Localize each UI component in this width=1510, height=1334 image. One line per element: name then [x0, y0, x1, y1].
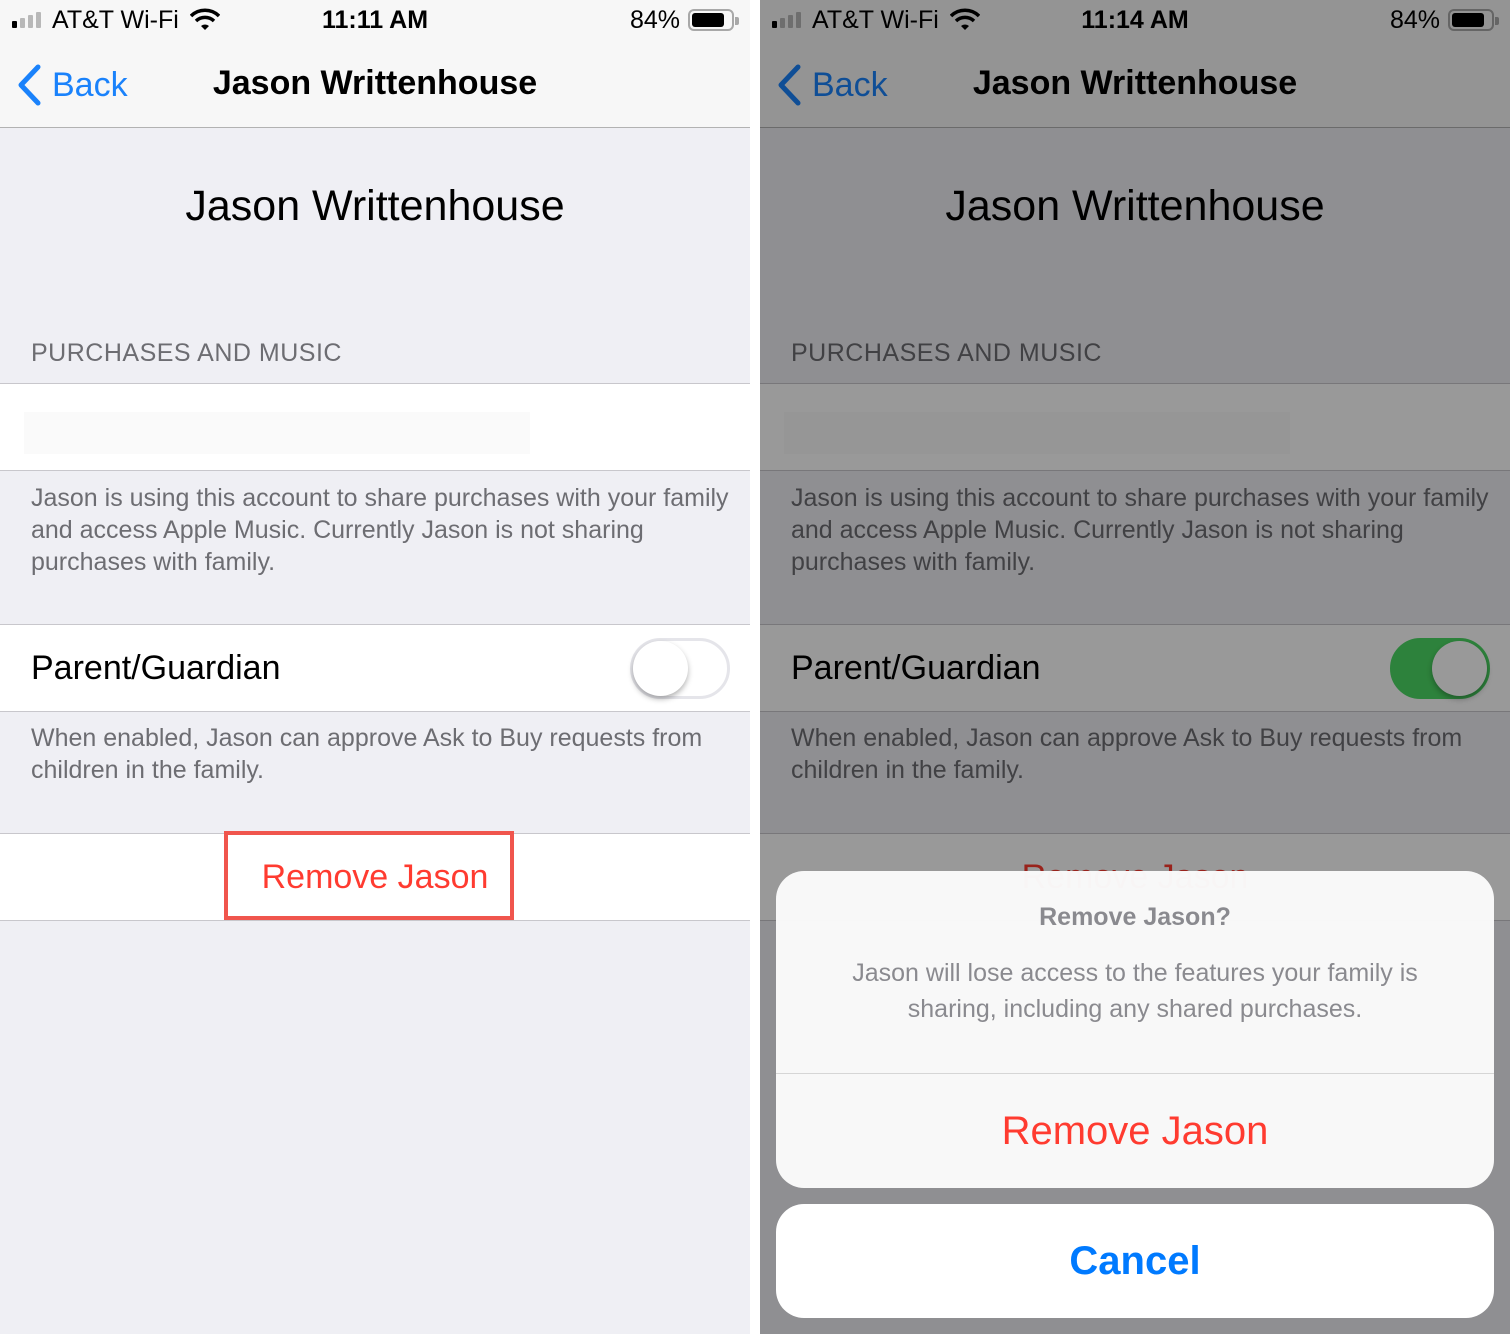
- navigation-bar: Back Jason Writtenhouse: [0, 40, 750, 128]
- battery-icon: [688, 9, 739, 31]
- toggle-knob: [633, 641, 688, 696]
- nav-title: Jason Writtenhouse: [212, 64, 538, 102]
- action-sheet-message: Jason will lose access to the features y…: [852, 959, 1418, 1023]
- parent-guardian-toggle[interactable]: [630, 638, 730, 699]
- status-bar: AT&T Wi-Fi 11:11 AM 84%: [0, 0, 750, 40]
- battery-percent: 84%: [629, 6, 680, 34]
- cancel-button[interactable]: Cancel: [776, 1204, 1494, 1318]
- parent-guardian-label: Parent/Guardian: [31, 649, 281, 687]
- divider: [750, 0, 760, 1334]
- account-cell: [0, 383, 750, 471]
- member-name-heading: Jason Writtenhouse: [185, 182, 565, 230]
- remove-member-button[interactable]: Remove Jason: [0, 858, 750, 897]
- right-screen: AT&T Wi-Fi 11:14 AM 84% Back Jason Writt…: [760, 0, 1510, 1334]
- action-sheet-title: Remove Jason?: [1039, 903, 1231, 931]
- parent-guardian-cell: Parent/Guardian: [0, 624, 750, 712]
- section-header: PURCHASES AND MUSIC: [31, 339, 342, 367]
- redacted-account: [24, 412, 530, 454]
- left-screen: AT&T Wi-Fi 11:11 AM 84% Back Jason Writt…: [0, 0, 750, 1334]
- action-sheet: Remove Jason? Jason will lose access to …: [776, 871, 1494, 1188]
- remove-cell: Remove Jason: [0, 833, 750, 921]
- purchases-footer: Jason is using this account to share pur…: [31, 484, 729, 576]
- parent-guardian-footer: When enabled, Jason can approve Ask to B…: [31, 724, 703, 784]
- confirm-remove-button[interactable]: Remove Jason: [776, 1074, 1494, 1188]
